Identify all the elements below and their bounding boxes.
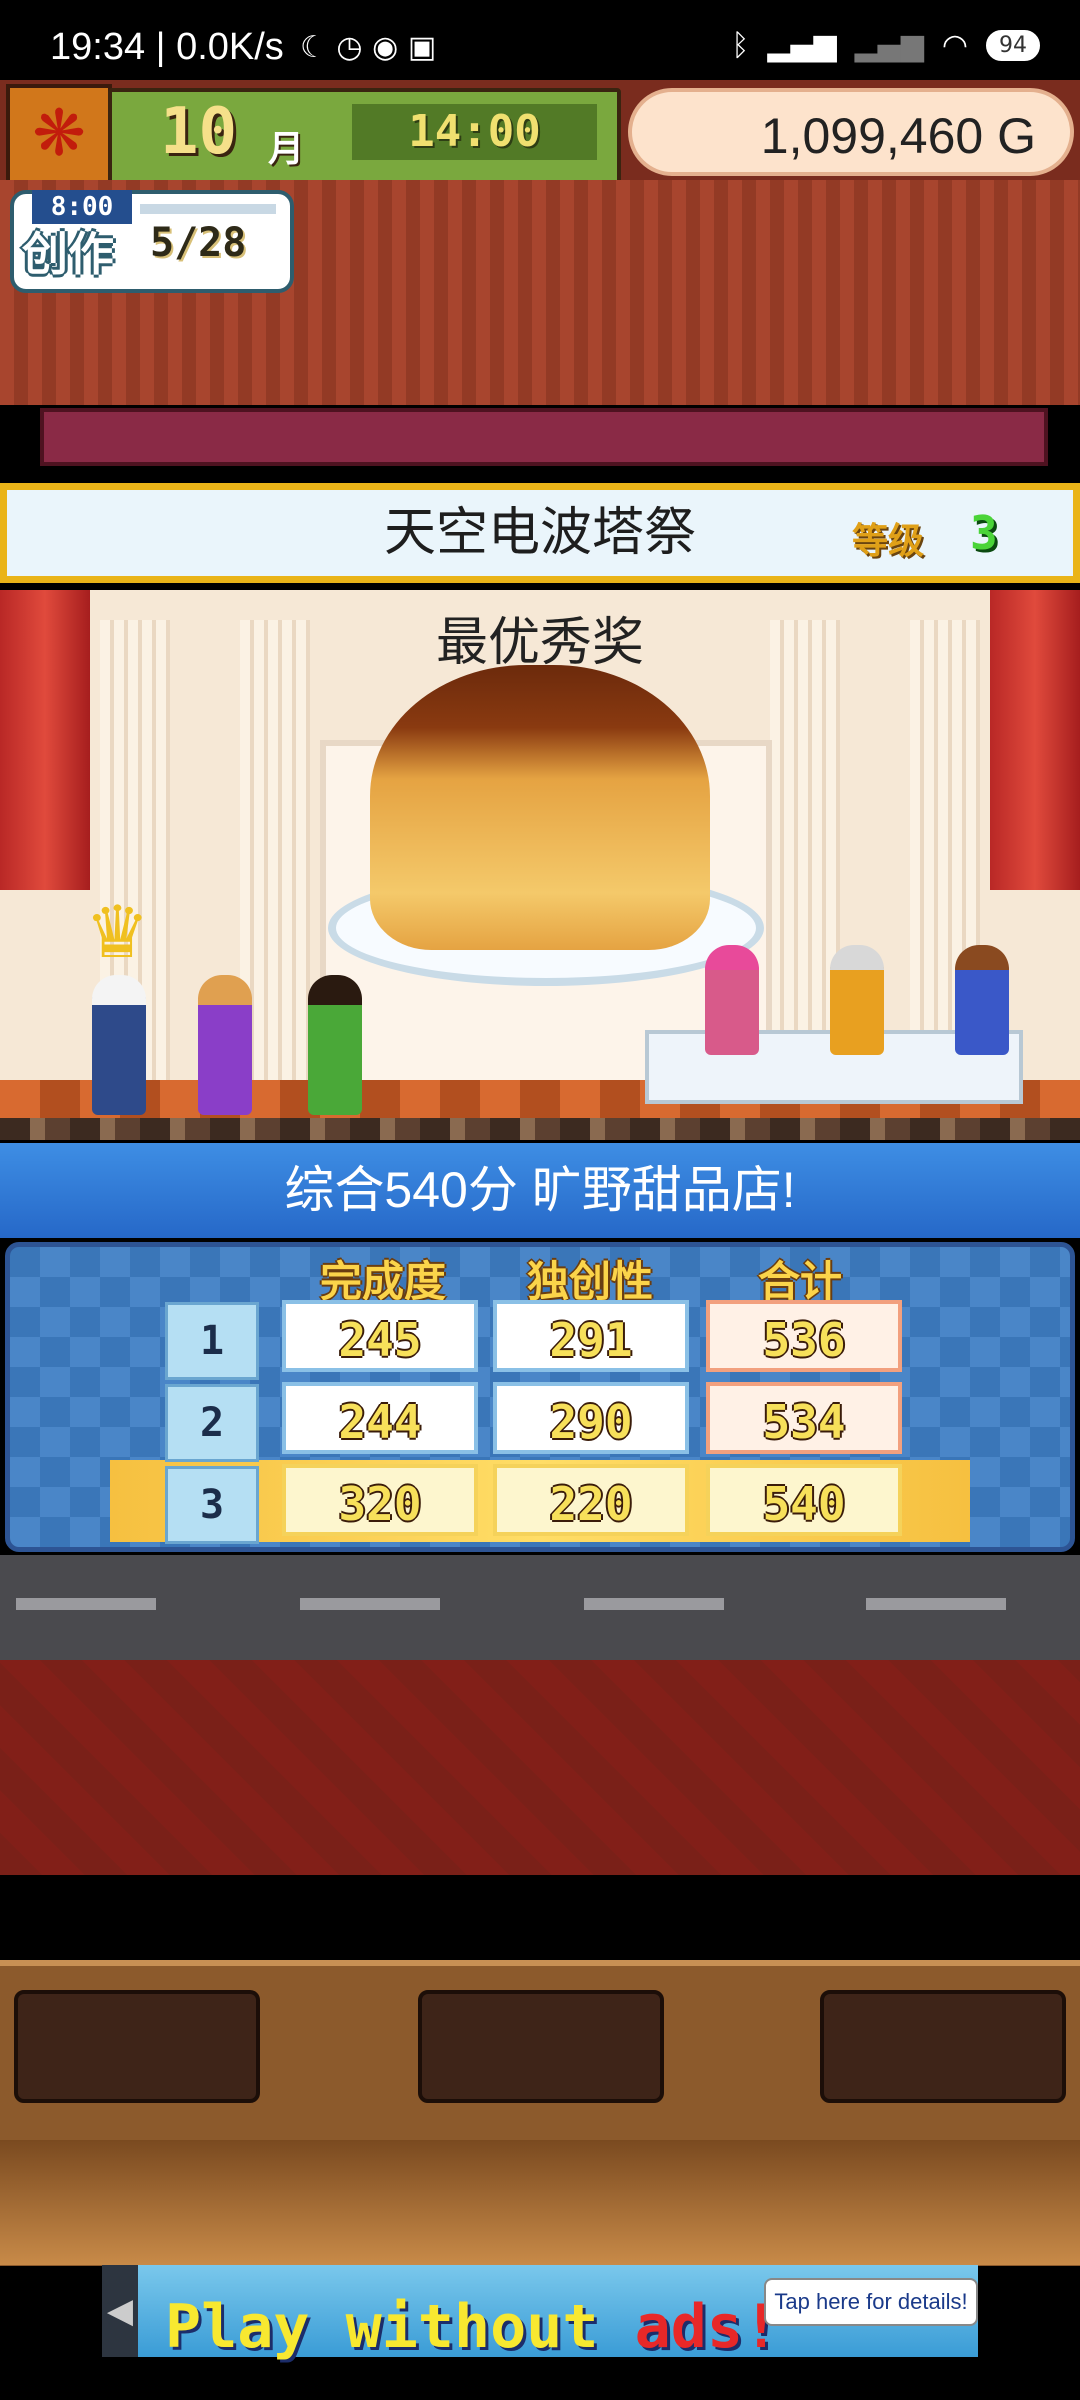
create-progress-bar [140,204,276,214]
score-originality-1: 291 [493,1300,689,1372]
score-quality-2: 244 [282,1382,478,1454]
signal-icon: ▂▄▆ [767,28,837,63]
score-total-2: 534 [706,1382,902,1454]
pudding-image [370,665,710,950]
counter-slot[interactable] [820,1990,1066,2103]
rank-1: 1 [165,1302,259,1380]
judge-character [705,945,759,1055]
judge-character [955,945,1009,1055]
wifi-icon: ◠ [941,28,968,63]
audience [0,1118,1080,1140]
game-clock: 14:00 [352,104,597,160]
ad-text-main: Play without [165,2292,635,2362]
result-summary: 综合540分 旷野甜品店! [284,1162,796,1218]
ad-back-button[interactable]: ◀ [102,2265,138,2357]
score-quality-3: 320 [282,1464,478,1536]
score-total-1: 536 [706,1300,902,1372]
road-marking [584,1598,724,1610]
ad-text-highlight: ads! [634,2292,780,2362]
counter-base [0,2140,1080,2265]
score-quality-1: 245 [282,1300,478,1372]
award-title: 最优秀奖 [435,614,644,672]
carpet [0,1660,1080,1875]
staff-character [308,975,362,1115]
road-marking [300,1598,440,1610]
judge-character [830,945,884,1055]
counter-slot[interactable] [14,1990,260,2103]
rank-2: 2 [165,1384,259,1462]
ad-text[interactable]: Play without ads! [165,2292,779,2362]
chef-character [92,975,146,1115]
status-right: ᛒ ▂▄▆ ▂▄▆ ◠ 94 [731,28,1040,63]
awning [40,408,1048,466]
staff-character [198,975,252,1115]
trophy-icon: ♛ [85,890,150,974]
battery-indicator: 94 [986,30,1040,61]
ad-details-button[interactable]: Tap here for details! [764,2278,978,2326]
divider [0,1875,1080,1960]
counter-slot[interactable] [418,1990,664,2103]
moon-icon: ☾ ◷ ◉ ▣ [300,30,437,65]
money-display: 1,099,460 G [628,88,1074,176]
score-total-3: 540 [706,1464,902,1536]
maple-leaf-icon: ❋ [32,97,86,171]
road-marking [866,1598,1006,1610]
score-originality-2: 290 [493,1382,689,1454]
grade-label: 等级 [852,521,925,562]
grade-value: 3 [970,506,998,560]
bluetooth-icon: ᛒ [731,28,750,63]
signal-weak-icon: ▂▄▆ [854,28,924,63]
create-count: 5/28 [150,220,247,266]
road-marking [16,1598,156,1610]
rank-3: 3 [165,1466,259,1544]
month-label: 月 [268,129,305,170]
month-value: 10 [160,95,238,169]
score-originality-3: 220 [493,1464,689,1536]
status-time: 19:34 | 0.0K/s [50,26,284,68]
create-label: 创作 [22,227,114,281]
menu-button[interactable]: ❋ [6,84,112,190]
